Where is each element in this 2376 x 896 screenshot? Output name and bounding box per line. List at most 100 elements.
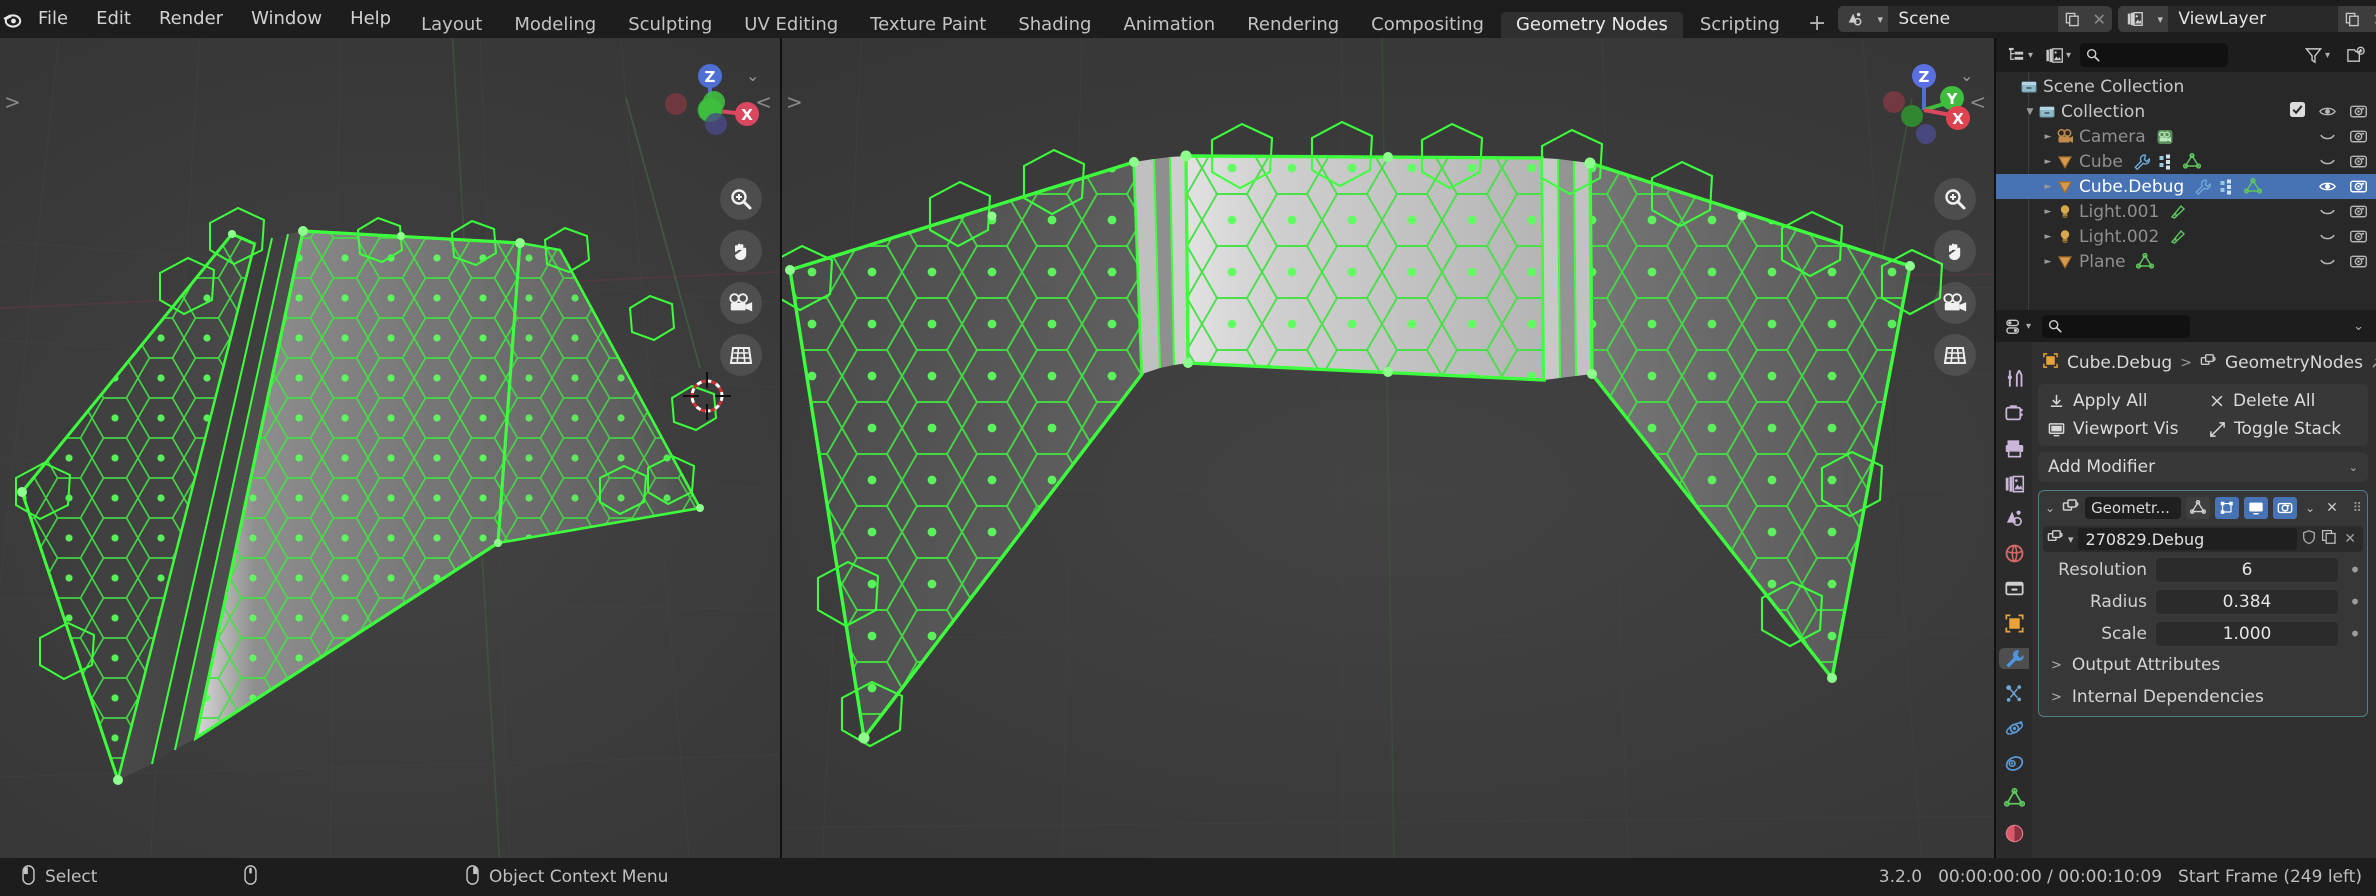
grid-icon[interactable] <box>720 334 762 376</box>
workspace-tab-texture-paint[interactable]: Texture Paint <box>855 12 1001 38</box>
viewport-left-sidebar-toggle[interactable]: > <box>786 90 803 114</box>
properties-tab-output[interactable] <box>1999 438 2029 459</box>
input-value[interactable]: 1.000 <box>2155 621 2339 647</box>
eye-open-icon[interactable] <box>2318 177 2337 196</box>
duplicate-icon[interactable] <box>2058 6 2087 32</box>
duplicate-icon[interactable] <box>2338 6 2367 32</box>
properties-tab-physics[interactable] <box>1999 718 2029 739</box>
menu-file[interactable]: File <box>24 0 82 38</box>
outliner-search-box[interactable] <box>2080 43 2229 67</box>
workspace-tab-compositing[interactable]: Compositing <box>1356 12 1499 38</box>
toggle-render[interactable] <box>2273 497 2298 519</box>
camera-render-visibility-icon[interactable] <box>2349 252 2368 271</box>
chevron-down-icon[interactable]: ⌄ <box>2043 501 2057 515</box>
properties-tab-data[interactable] <box>1999 788 2029 809</box>
camera-render-visibility-icon[interactable] <box>2349 152 2368 171</box>
scene-name[interactable]: Scene <box>1888 6 2059 32</box>
eye-closed-icon[interactable] <box>2318 127 2337 146</box>
3d-viewport-left[interactable]: Z X > < ⌄ <box>0 38 780 858</box>
chevron-down-icon[interactable]: ▾ <box>1872 6 1889 32</box>
node-group-name[interactable]: 270829.Debug <box>2077 528 2298 550</box>
blender-logo-icon[interactable] <box>0 0 24 38</box>
disclosure-open-icon[interactable]: ▼ <box>2022 107 2038 117</box>
workspace-tab-uv-editing[interactable]: UV Editing <box>729 12 853 38</box>
eye-closed-icon[interactable] <box>2318 152 2337 171</box>
outliner-row-camera[interactable]: ► Camera <box>1996 124 2376 149</box>
properties-tab-world[interactable] <box>1999 543 2029 564</box>
toggle-stack-button[interactable]: Toggle Stack <box>2203 416 2364 442</box>
outliner-row-scene-collection[interactable]: Scene Collection <box>1996 74 2376 99</box>
workspace-tab-animation[interactable]: Animation <box>1108 12 1230 38</box>
sub-panel-internal-dependencies[interactable]: > Internal Dependencies <box>2043 682 2363 712</box>
camera-render-visibility-icon[interactable] <box>2349 202 2368 221</box>
scene-selector[interactable]: ▾ Scene ✕ <box>1838 6 2113 32</box>
outliner-row-cube[interactable]: ► Cube <box>1996 149 2376 174</box>
workspace-tab-modeling[interactable]: Modeling <box>499 12 611 38</box>
apply-all-button[interactable]: Apply All <box>2042 388 2203 414</box>
properties-tab-particles[interactable] <box>1999 683 2029 704</box>
properties-tab-tool[interactable] <box>1999 368 2029 389</box>
grip-icon[interactable]: ⠿ <box>2352 501 2363 516</box>
outliner-filter-type-icon[interactable]: ▾ <box>2042 43 2074 67</box>
outliner-row-light-001[interactable]: ► Light.001 <box>1996 199 2376 224</box>
hand-icon[interactable] <box>720 230 762 272</box>
add-modifier-button[interactable]: Add Modifier ⌄ <box>2038 452 2368 482</box>
outliner-row-light-002[interactable]: ► Light.002 <box>1996 224 2376 249</box>
dot-icon[interactable]: • <box>2347 622 2363 646</box>
modifier-extras-button[interactable]: ⌄ <box>2302 501 2318 515</box>
properties-tab-material[interactable] <box>1999 823 2029 844</box>
outliner-search-input[interactable] <box>2105 45 2210 65</box>
unlink-node-group-icon[interactable]: ✕ <box>2341 531 2359 547</box>
workspace-tab-sculpting[interactable]: Sculpting <box>613 12 727 38</box>
menu-window[interactable]: Window <box>237 0 336 38</box>
properties-tab-constraints[interactable] <box>1999 753 2029 774</box>
fake-user-icon[interactable] <box>2301 529 2317 550</box>
camera-icon[interactable] <box>720 282 762 324</box>
disclosure-closed-icon[interactable]: ► <box>2040 182 2056 192</box>
workspace-tab-shading[interactable]: Shading <box>1003 12 1106 38</box>
sub-panel-output-attributes[interactable]: > Output Attributes <box>2043 650 2363 680</box>
dot-icon[interactable]: • <box>2347 590 2363 614</box>
camera-render-visibility-icon[interactable] <box>2349 102 2368 121</box>
workspace-tab-geometry-nodes[interactable]: Geometry Nodes <box>1500 12 1683 38</box>
disclosure-closed-icon[interactable]: ► <box>2040 157 2056 167</box>
breadcrumb-object-name[interactable]: Cube.Debug <box>2067 353 2172 373</box>
viewport-right-sidebar-toggle[interactable]: < <box>755 90 772 114</box>
disclosure-closed-icon[interactable]: ► <box>2040 207 2056 217</box>
menu-help[interactable]: Help <box>336 0 405 38</box>
disclosure-closed-icon[interactable]: ► <box>2040 257 2056 267</box>
disclosure-closed-icon[interactable]: ► <box>2040 132 2056 142</box>
properties-tab-modifiers[interactable] <box>1999 648 2029 669</box>
properties-tab-scene[interactable] <box>1999 508 2029 529</box>
viewport-right-sidebar-toggle[interactable]: < <box>1969 90 1986 114</box>
toggle-realtime[interactable] <box>2244 497 2269 519</box>
properties-tab-render[interactable] <box>1999 403 2029 424</box>
disclosure-closed-icon[interactable]: ► <box>2040 232 2056 242</box>
grid-icon[interactable] <box>1934 334 1976 376</box>
new-collection-icon[interactable] <box>2343 43 2368 67</box>
eye-closed-icon[interactable] <box>2318 202 2337 221</box>
eye-closed-icon[interactable] <box>2318 227 2337 246</box>
camera-render-visibility-icon[interactable] <box>2349 227 2368 246</box>
outliner-row-cube-debug[interactable]: ► Cube.Debug <box>1996 174 2376 199</box>
3d-viewport-right[interactable]: Z Y X > < ⌄ <box>782 38 1994 858</box>
duplicate-icon[interactable] <box>2321 529 2337 550</box>
eye-closed-icon[interactable] <box>2318 252 2337 271</box>
chevron-down-icon[interactable]: ⌄ <box>2353 319 2370 334</box>
viewlayer-name[interactable]: ViewLayer <box>2168 6 2339 32</box>
outliner-row-plane[interactable]: ► Plane <box>1996 249 2376 274</box>
chevron-down-icon[interactable]: ⌄ <box>1960 66 1973 85</box>
chevron-down-icon[interactable]: ▾ <box>2152 6 2169 32</box>
workspace-tab-scripting[interactable]: Scripting <box>1685 12 1795 38</box>
camera-render-visibility-icon[interactable] <box>2349 127 2368 146</box>
modifier-close-icon[interactable]: ✕ <box>2323 500 2341 516</box>
toggle-on-cage[interactable] <box>2186 497 2211 519</box>
workspace-tab-layout[interactable]: Layout <box>406 12 497 38</box>
properties-tab-object[interactable] <box>1999 613 2029 634</box>
properties-tab-collection[interactable] <box>1999 578 2029 599</box>
close-icon[interactable]: ✕ <box>2366 6 2376 32</box>
toggle-edit-mode[interactable] <box>2215 497 2240 519</box>
input-value[interactable]: 0.384 <box>2155 589 2339 615</box>
breadcrumb-modifier-name[interactable]: GeometryNodes <box>2225 353 2363 373</box>
pin-icon[interactable] <box>2371 352 2376 374</box>
